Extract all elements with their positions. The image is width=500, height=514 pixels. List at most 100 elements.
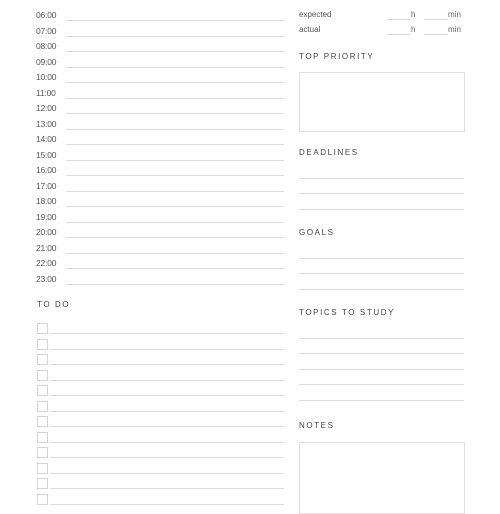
time-slot-line[interactable] <box>66 268 284 269</box>
deadlines-title: DEADLINES <box>299 148 359 157</box>
time-label: 09:00 <box>36 56 57 67</box>
time-slot-line[interactable] <box>66 97 284 99</box>
time-slot-line[interactable] <box>66 283 284 285</box>
todo-item[interactable] <box>37 462 284 479</box>
todo-item[interactable] <box>37 323 284 339</box>
time-slot[interactable]: 13:00 <box>36 119 284 135</box>
time-slot-line[interactable] <box>66 190 284 192</box>
todo-line[interactable] <box>50 348 284 350</box>
todo-item[interactable] <box>37 354 284 370</box>
time-slot-line[interactable] <box>66 159 284 161</box>
todo-item[interactable] <box>37 478 284 494</box>
time-slot-line[interactable] <box>66 66 284 68</box>
time-slot[interactable]: 16:00 <box>36 165 284 181</box>
todo-checkbox[interactable] <box>37 354 48 365</box>
time-slot-line[interactable] <box>66 51 284 52</box>
time-slot-line[interactable] <box>66 252 284 254</box>
time-slot[interactable]: 06:00 <box>36 10 284 26</box>
todo-line[interactable] <box>50 379 284 381</box>
todo-checkbox[interactable] <box>37 400 48 412</box>
todo-item[interactable] <box>37 416 284 432</box>
expected-hours-field[interactable] <box>388 19 410 20</box>
topic-line[interactable] <box>299 338 464 339</box>
todo-checkbox[interactable] <box>37 493 48 505</box>
todo-line[interactable] <box>50 364 284 365</box>
time-slot[interactable]: 12:00 <box>36 103 284 119</box>
actual-minutes-field[interactable] <box>424 34 448 35</box>
time-slot[interactable]: 22:00 <box>36 258 284 274</box>
notes-box[interactable] <box>299 442 465 514</box>
todo-item[interactable] <box>37 369 284 386</box>
top-priority-title: TOP PRIORITY <box>299 52 375 61</box>
time-slot[interactable]: 08:00 <box>36 41 284 57</box>
todo-line[interactable] <box>50 457 284 458</box>
todo-line[interactable] <box>50 472 284 474</box>
time-slot[interactable]: 23:00 <box>36 274 284 290</box>
todo-line[interactable] <box>50 395 284 396</box>
deadline-line[interactable] <box>299 209 464 210</box>
todo-item[interactable] <box>37 431 284 448</box>
time-label: 06:00 <box>36 10 57 20</box>
actual-minutes-unit: min <box>448 25 461 34</box>
time-slot[interactable]: 07:00 <box>36 26 284 42</box>
time-slot[interactable]: 20:00 <box>36 227 284 243</box>
time-slot[interactable]: 15:00 <box>36 150 284 166</box>
topic-line[interactable] <box>299 384 464 385</box>
time-slot-line[interactable] <box>66 221 284 223</box>
time-slot-line[interactable] <box>66 237 284 238</box>
todo-line[interactable] <box>50 410 284 412</box>
time-slot-line[interactable] <box>66 35 284 37</box>
expected-minutes-field[interactable] <box>424 19 448 20</box>
deadline-line[interactable] <box>299 178 464 179</box>
todo-checkbox[interactable] <box>37 385 48 396</box>
todo-checkbox[interactable] <box>37 478 48 489</box>
todo-item[interactable] <box>37 447 284 463</box>
goal-line[interactable] <box>299 258 464 259</box>
time-slot-line[interactable] <box>66 113 284 114</box>
time-label: 23:00 <box>36 273 57 284</box>
todo-checkbox[interactable] <box>37 338 48 350</box>
time-slot[interactable]: 19:00 <box>36 212 284 228</box>
time-slot-line[interactable] <box>66 175 284 176</box>
time-slot[interactable]: 11:00 <box>36 88 284 104</box>
topic-line[interactable] <box>299 400 464 401</box>
todo-line[interactable] <box>50 488 284 489</box>
todo-line[interactable] <box>50 333 284 334</box>
todo-checkbox[interactable] <box>37 323 48 334</box>
time-slot[interactable]: 18:00 <box>36 196 284 212</box>
todo-item[interactable] <box>37 493 284 510</box>
time-slot-line[interactable] <box>66 82 284 83</box>
topic-line[interactable] <box>299 353 464 354</box>
time-slot-line[interactable] <box>66 128 284 130</box>
time-slot[interactable]: 10:00 <box>36 72 284 88</box>
todo-checkbox[interactable] <box>37 369 48 381</box>
todo-line[interactable] <box>50 441 284 443</box>
time-slot[interactable]: 09:00 <box>36 57 284 73</box>
todo-checkbox[interactable] <box>37 416 48 427</box>
time-label: 21:00 <box>36 242 57 253</box>
time-label: 08:00 <box>36 41 57 51</box>
todo-item[interactable] <box>37 400 284 417</box>
goal-line[interactable] <box>299 273 464 274</box>
time-slot[interactable]: 17:00 <box>36 181 284 197</box>
topic-line[interactable] <box>299 369 464 370</box>
time-slot-line[interactable] <box>66 144 284 145</box>
todo-checkbox[interactable] <box>37 462 48 474</box>
top-priority-box[interactable] <box>299 72 465 132</box>
todo-item[interactable] <box>37 338 284 355</box>
time-slot-line[interactable] <box>66 20 284 21</box>
time-slot[interactable]: 14:00 <box>36 134 284 150</box>
todo-checkbox[interactable] <box>37 447 48 458</box>
todo-line[interactable] <box>50 426 284 427</box>
time-label: 16:00 <box>36 165 57 175</box>
todo-item[interactable] <box>37 385 284 401</box>
time-slot[interactable]: 21:00 <box>36 243 284 259</box>
deadline-line[interactable] <box>299 193 464 194</box>
time-label: 13:00 <box>36 118 57 129</box>
time-slot-line[interactable] <box>66 206 284 207</box>
time-label: 15:00 <box>36 149 57 160</box>
goal-line[interactable] <box>299 289 464 290</box>
actual-hours-field[interactable] <box>388 34 410 35</box>
todo-line[interactable] <box>50 503 284 505</box>
todo-checkbox[interactable] <box>37 431 48 443</box>
